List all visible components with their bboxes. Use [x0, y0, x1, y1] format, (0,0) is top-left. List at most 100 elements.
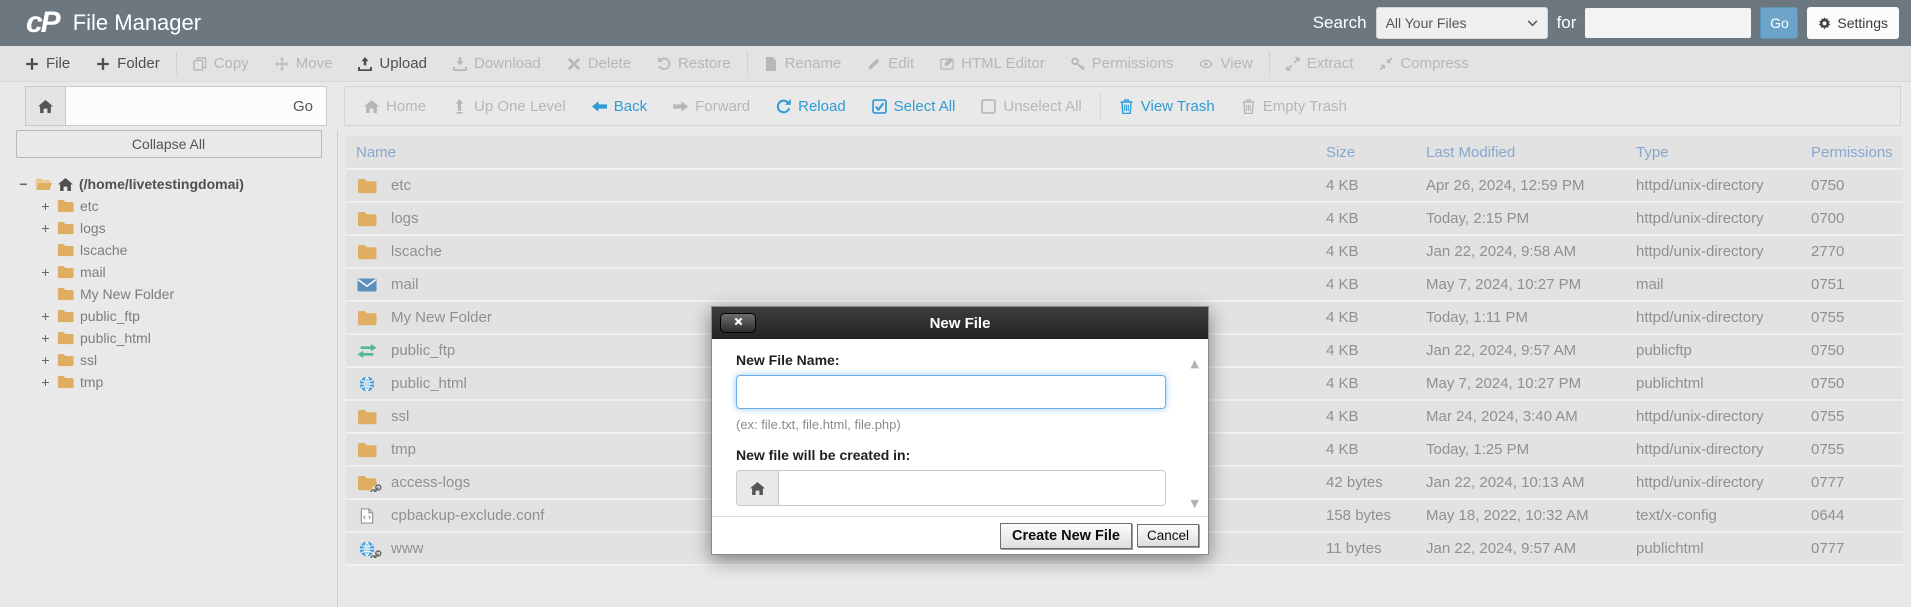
expand-icon[interactable]: + [40, 374, 51, 390]
toolbar-compress-button[interactable]: Compress [1366, 46, 1481, 81]
nav-view-trash-button[interactable]: View Trash [1106, 98, 1228, 115]
toolbar-folder-button[interactable]: Folder [83, 46, 173, 81]
expand-icon[interactable]: + [40, 352, 51, 368]
file-modified: May 18, 2022, 10:32 AM [1426, 507, 1589, 524]
file-size: 4 KB [1326, 276, 1359, 293]
create-new-file-button[interactable]: Create New File [999, 522, 1132, 549]
tree-item-tmp[interactable]: + tmp [18, 371, 337, 393]
column-header-size[interactable]: Size [1326, 144, 1426, 161]
collapse-icon[interactable]: − [18, 176, 29, 192]
nav-forward-button[interactable]: Forward [660, 98, 763, 115]
nav-item-label: Select All [893, 97, 956, 115]
toolbar-rename-button[interactable]: Rename [751, 46, 855, 81]
tree-root-home[interactable]: − (/home/livetestingdomai) [18, 173, 337, 195]
nav-reload-button[interactable]: Reload [763, 98, 859, 115]
expand-icon[interactable]: + [40, 330, 51, 346]
toolbar-extract-button[interactable]: Extract [1273, 46, 1367, 81]
file-modified: Today, 1:25 PM [1426, 441, 1530, 458]
toolbar-download-button[interactable]: Download [440, 46, 554, 81]
expand-icon[interactable]: + [40, 220, 51, 236]
nav-home-button[interactable]: Home [351, 98, 439, 115]
toolbar-item-label: Compress [1400, 55, 1469, 72]
toolbar-move-button[interactable]: Move [262, 46, 346, 81]
tree-item-mail[interactable]: + mail [18, 261, 337, 283]
file-row[interactable]: lscache 4 KB Jan 22, 2024, 9:58 AM httpd/un… [346, 236, 1903, 269]
file-permissions: 0777 [1811, 474, 1845, 491]
nav-divider [1099, 93, 1101, 119]
path-home-button[interactable] [26, 87, 66, 125]
file-row[interactable]: mail 4 KB May 7, 2024, 10:27 PM mail 0751 [346, 269, 1903, 302]
toolbar-permissions-button[interactable]: Permissions [1058, 46, 1187, 81]
nav-up-one-level-button[interactable]: Up One Level [439, 98, 579, 115]
file-size: 4 KB [1326, 408, 1359, 425]
search-go-button[interactable]: Go [1760, 7, 1799, 39]
expand-icon[interactable]: + [40, 308, 51, 324]
chevron-down-icon [1527, 19, 1537, 26]
tree-item-lscache[interactable]: lscache [18, 239, 337, 261]
nav-back-button[interactable]: Back [579, 98, 660, 115]
tree-item-etc[interactable]: + etc [18, 195, 337, 217]
nav-item-label: Reload [798, 97, 846, 115]
toolbar-divider [175, 51, 177, 76]
expand-icon[interactable]: + [40, 264, 51, 280]
file-name: etc [391, 177, 412, 194]
trash-icon [1119, 98, 1134, 114]
copy-icon [193, 56, 207, 71]
column-header-type[interactable]: Type [1636, 144, 1811, 161]
symlink-icon [370, 483, 382, 492]
search-label: Search [1312, 13, 1367, 32]
created-in-home-button[interactable] [736, 470, 778, 506]
collapse-all-button[interactable]: Collapse All [15, 130, 322, 158]
tree-item-public-ftp[interactable]: + public_ftp [18, 305, 337, 327]
path-box: Go [25, 86, 327, 126]
toolbar-upload-button[interactable]: Upload [345, 46, 440, 81]
column-header-permissions[interactable]: Permissions [1811, 144, 1903, 161]
modal-close-button[interactable] [720, 313, 756, 333]
file-row[interactable]: etc 4 KB Apr 26, 2024, 12:59 PM httpd/unix-… [346, 170, 1903, 203]
tree-item-ssl[interactable]: + ssl [18, 349, 337, 371]
tree-item-label: ssl [80, 352, 98, 368]
scroll-up-icon[interactable]: ▲ [1191, 357, 1199, 370]
tree-item-public-html[interactable]: + public_html [18, 327, 337, 349]
file-modified: Jan 22, 2024, 10:13 AM [1426, 474, 1585, 491]
file-modified: Today, 2:15 PM [1426, 210, 1530, 227]
nav-empty-trash-button[interactable]: Empty Trash [1228, 98, 1360, 115]
toolbar-delete-button[interactable]: Delete [554, 46, 644, 81]
up-level-icon [452, 98, 467, 114]
new-file-name-input[interactable] [736, 375, 1166, 409]
search-scope-select[interactable]: All Your Files [1375, 7, 1548, 39]
nav-unselect-all-button[interactable]: Unselect All [968, 98, 1094, 115]
file-permissions: 0750 [1811, 177, 1845, 194]
created-in-input[interactable] [778, 470, 1166, 506]
folder-icon [356, 210, 378, 228]
tree-item-my-new-folder[interactable]: My New Folder [18, 283, 337, 305]
toolbar-html-editor-button[interactable]: HTML Editor [927, 46, 1058, 81]
path-input[interactable] [66, 87, 280, 125]
toolbar-item-label: Delete [587, 55, 632, 72]
search-input[interactable] [1585, 8, 1752, 38]
scroll-down-icon[interactable]: ▼ [1191, 497, 1199, 510]
path-go-button[interactable]: Go [280, 87, 326, 125]
toolbar-copy-button[interactable]: Copy [180, 46, 262, 81]
action-toolbar: File Folder Copy Move Upload Download Delete Re… [0, 46, 1911, 82]
plus-icon [96, 57, 110, 71]
toolbar-restore-button[interactable]: Restore [644, 46, 744, 81]
toolbar-edit-button[interactable]: Edit [854, 46, 927, 81]
file-row[interactable]: logs 4 KB Today, 2:15 PM httpd/unix-directo… [346, 203, 1903, 236]
expand-icon[interactable]: + [40, 198, 51, 214]
file-size: 4 KB [1326, 441, 1359, 458]
top-header: cP File Manager Search All Your Files fo… [0, 0, 1911, 46]
tree-item-label: public_html [80, 330, 151, 346]
column-header-last-modified[interactable]: Last Modified [1426, 144, 1636, 161]
nav-select-all-button[interactable]: Select All [859, 98, 969, 115]
toolbar-file-button[interactable]: File [12, 46, 83, 81]
new-file-modal: New File New File Name: (ex: file.txt, f… [711, 306, 1209, 555]
column-header-name[interactable]: Name [356, 144, 1326, 161]
file-size: 4 KB [1326, 243, 1359, 260]
toolbar-view-button[interactable]: View [1186, 46, 1265, 81]
cancel-button[interactable]: Cancel [1136, 524, 1199, 547]
tree-item-logs[interactable]: + logs [18, 217, 337, 239]
toolbar-item-label: Folder [117, 55, 160, 72]
settings-button[interactable]: Settings [1807, 7, 1899, 39]
new-file-name-label: New File Name: [736, 352, 840, 368]
